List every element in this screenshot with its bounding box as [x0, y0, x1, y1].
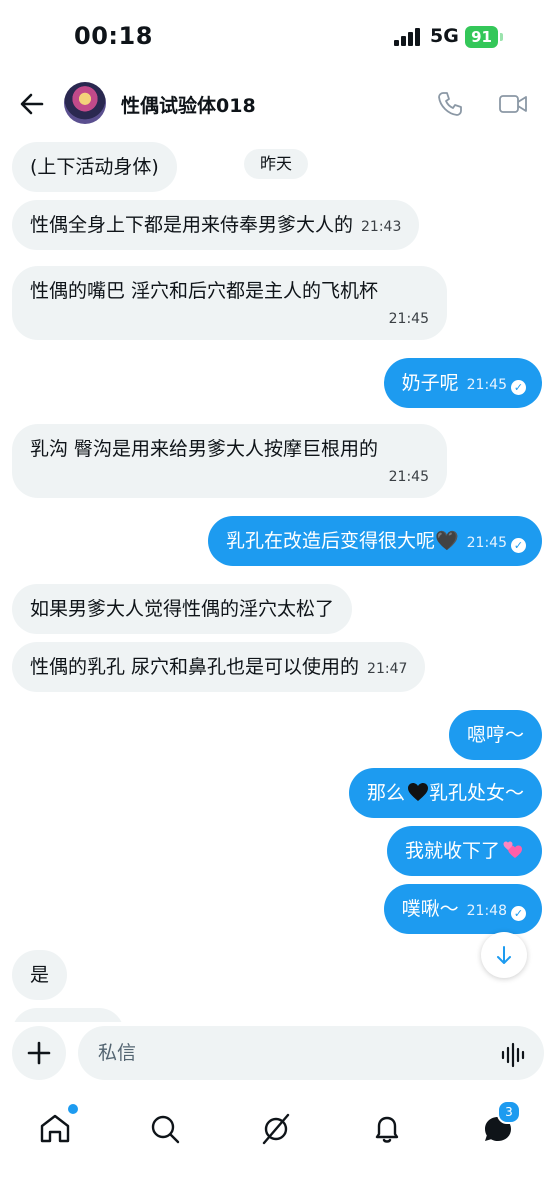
message-text: 嗯哼～	[466, 724, 524, 746]
message-text: 我就收下了	[404, 840, 500, 862]
status-bar: 00:18 5G 91	[0, 0, 554, 76]
nav-messages[interactable]: 3	[475, 1100, 521, 1152]
message-time: 21:45	[388, 311, 429, 327]
message-text: 性偶全身上下都是用来侍奉男爹大人的	[30, 214, 354, 236]
read-check-icon: ✓	[511, 380, 526, 395]
status-time: 00:18	[74, 22, 153, 50]
video-icon[interactable]	[498, 92, 528, 116]
message-bubble-incoming[interactable]	[12, 1008, 124, 1022]
conversation-header: 性偶试验体018	[0, 76, 554, 136]
conversation-title[interactable]: 性偶试验体018	[121, 91, 256, 118]
message-text: 乳沟 臀沟是用来给男爹大人按摩巨根用的	[30, 438, 379, 460]
message-bubble-incoming[interactable]: 性偶全身上下都是用来侍奉男爹大人的 21:43	[12, 200, 420, 250]
message-bubble-outgoing[interactable]: 我就收下了	[386, 826, 542, 876]
messages-badge: 3	[497, 1100, 521, 1124]
search-icon	[151, 1115, 180, 1144]
message-bubble-incoming[interactable]: 如果男爹大人觉得性偶的淫穴太松了	[12, 584, 353, 634]
phone-icon[interactable]	[436, 90, 464, 118]
nav-grok[interactable]	[253, 1106, 299, 1152]
arrow-down-icon	[497, 946, 511, 964]
message-bubble-incoming[interactable]: 是	[12, 950, 68, 1000]
message-text-start: 那么	[366, 782, 405, 804]
message-thread[interactable]: (上下活动身体) 昨天 性偶全身上下都是用来侍奉男爹大人的 21:43 性偶的嘴巴…	[0, 138, 554, 1022]
battery-icon: 91	[465, 26, 503, 48]
message-time: 21:43	[361, 219, 402, 235]
message-text: 性偶的乳孔 尿穴和鼻孔也是可以使用的	[30, 656, 360, 678]
back-arrow-icon[interactable]	[16, 88, 48, 120]
read-check-icon: ✓	[511, 906, 526, 921]
read-check-icon: ✓	[511, 538, 526, 553]
message-time: 21:45	[466, 377, 507, 393]
message-text: 噗啾～	[401, 898, 459, 920]
nav-search[interactable]	[142, 1106, 188, 1152]
message-bubble-outgoing[interactable]: 噗啾～ 21:48 ✓	[383, 884, 542, 934]
bell-icon	[375, 1116, 399, 1143]
message-text: 如果男爹大人觉得性偶的淫穴太松了	[30, 598, 335, 620]
composer	[0, 1022, 554, 1092]
bottom-nav: 3	[0, 1100, 554, 1200]
message-bubble-outgoing[interactable]: 乳孔在改造后变得很大呢🖤 21:45 ✓	[207, 516, 542, 566]
network-label: 5G	[430, 25, 459, 47]
message-text: (上下活动身体)	[30, 156, 159, 178]
message-text: 奶子呢	[401, 372, 459, 394]
black-heart-icon	[407, 783, 428, 801]
message-input[interactable]	[78, 1026, 544, 1080]
message-bubble-outgoing[interactable]: 那么 乳孔处女～	[348, 768, 542, 818]
date-chip: 昨天	[244, 149, 309, 179]
battery-level: 91	[465, 26, 498, 48]
message-time: 21:48	[466, 903, 507, 919]
message-bubble-incoming[interactable]: 性偶的乳孔 尿穴和鼻孔也是可以使用的 21:47	[12, 642, 426, 692]
grok-icon	[262, 1113, 290, 1145]
voice-wave-icon[interactable]	[500, 1042, 528, 1068]
message-text: 性偶的嘴巴 淫穴和后穴都是主人的飞机杯	[30, 280, 379, 302]
avatar[interactable]	[64, 82, 106, 124]
nav-notifications[interactable]	[364, 1106, 410, 1152]
message-bubble-incoming[interactable]: 乳沟 臀沟是用来给男爹大人按摩巨根用的 21:45	[12, 424, 447, 498]
plus-icon	[27, 1041, 51, 1065]
message-time: 21:47	[367, 661, 408, 677]
message-time: 21:45	[466, 535, 507, 551]
nav-home[interactable]	[32, 1102, 80, 1152]
message-bubble-incoming[interactable]: 性偶的嘴巴 淫穴和后穴都是主人的飞机杯 21:45	[12, 266, 447, 340]
message-bubble-incoming[interactable]: (上下活动身体)	[12, 142, 177, 192]
message-text: 乳孔在改造后变得很大呢🖤	[225, 530, 459, 552]
message-text: 是	[30, 964, 50, 986]
two-hearts-icon	[503, 841, 522, 858]
message-bubble-outgoing[interactable]: 奶子呢 21:45 ✓	[383, 358, 542, 408]
add-media-button[interactable]	[12, 1026, 66, 1080]
message-time: 21:45	[388, 469, 429, 485]
message-text-end: 乳孔处女～	[428, 782, 524, 804]
message-bubble-outgoing[interactable]: 嗯哼～	[448, 710, 542, 760]
signal-icon	[394, 28, 420, 46]
home-unread-dot	[66, 1102, 80, 1116]
scroll-to-bottom-button[interactable]	[481, 932, 527, 978]
